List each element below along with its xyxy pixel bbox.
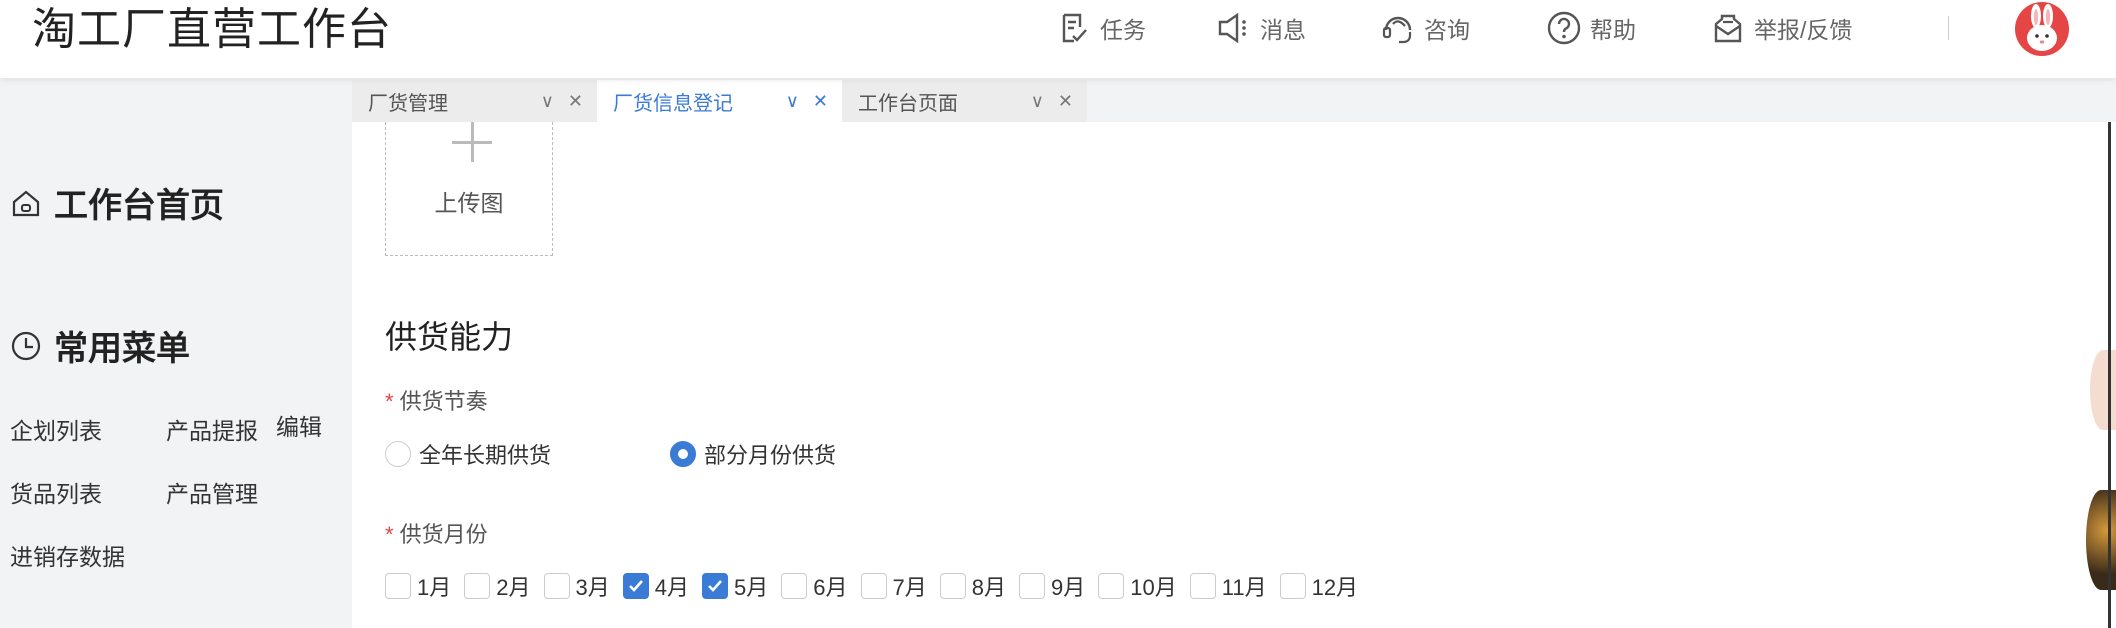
radio-circle (670, 441, 696, 467)
checkbox-box (860, 573, 887, 599)
radio-year-round[interactable]: 全年长期供货 (385, 438, 551, 470)
headset-icon (1382, 16, 1412, 44)
help-icon (1547, 11, 1581, 45)
nav-message-label: 消息 (1260, 17, 1306, 43)
checkmark-icon (708, 580, 722, 592)
month-checkbox-group: 1月 2月 3月 4月 5月 6月 7月 8月 9月 10月 11月 12月 (385, 570, 1358, 602)
chevron-down-icon[interactable]: ∨ (541, 91, 554, 112)
checkbox-box (385, 573, 411, 599)
speaker-icon (1218, 12, 1246, 44)
nav-consult-label: 咨询 (1424, 17, 1470, 43)
section-title-supply: 供货能力 (385, 319, 514, 355)
image-upload-button[interactable]: 上传图 (385, 122, 553, 256)
window-edge-divider (2108, 122, 2111, 628)
sidebar-home-label: 工作台首页 (54, 187, 224, 225)
radio-label: 全年长期供货 (419, 443, 552, 468)
sidebar-common-menu-title: 常用菜单 (10, 321, 190, 370)
checkbox-box (543, 573, 570, 599)
nav-consult[interactable]: 咨询 (1380, 8, 1470, 48)
tab-label: 工作台页面 (858, 92, 958, 115)
supply-rhythm-label: * 供货节奏 (385, 389, 488, 414)
top-header: 淘工厂直营工作台 任务 消息 咨询 帮助 举报/反馈 (0, 0, 2116, 78)
checkbox-month-4[interactable]: 4月 (622, 570, 689, 602)
nav-help[interactable]: 帮助 (1546, 8, 1636, 48)
checkbox-box (622, 573, 649, 599)
tab-label: 厂货管理 (368, 92, 448, 115)
home-icon (12, 190, 40, 216)
checkmark-icon (628, 580, 643, 592)
checkbox-month-5[interactable]: 5月 (702, 570, 768, 602)
app-title: 淘工厂直营工作台 (32, 5, 392, 54)
close-icon[interactable]: ✕ (813, 91, 828, 112)
checkbox-month-8[interactable]: 8月 (939, 570, 1006, 602)
checkbox-box (1019, 573, 1045, 599)
tab-factory-goods[interactable]: 厂货管理 ∨ ✕ (352, 80, 597, 122)
tab-workbench-page[interactable]: 工作台页面 ∨ ✕ (842, 80, 1087, 122)
plus-icon (452, 122, 492, 162)
upload-label: 上传图 (434, 190, 504, 216)
floating-mascot-image[interactable] (2090, 350, 2116, 430)
nav-message[interactable]: 消息 (1216, 8, 1306, 48)
checkbox-month-12[interactable]: 12月 (1279, 570, 1358, 602)
tab-label: 厂货信息登记 (613, 92, 733, 115)
checkbox-month-10[interactable]: 10月 (1098, 570, 1177, 602)
checkbox-month-9[interactable]: 9月 (1019, 570, 1085, 602)
nav-help-label: 帮助 (1590, 17, 1636, 43)
sidebar-item-goods-list[interactable]: 货品列表 (10, 475, 102, 509)
sidebar-common-label: 常用菜单 (54, 330, 190, 368)
sidebar-item-product-manage[interactable]: 产品管理 (166, 475, 258, 509)
checkbox-box (1098, 573, 1125, 599)
checkbox-month-3[interactable]: 3月 (543, 570, 610, 602)
required-mark: * (385, 389, 394, 414)
close-icon[interactable]: ✕ (568, 91, 583, 112)
user-avatar[interactable] (2015, 2, 2069, 56)
edit-menu-button[interactable]: 编辑 (276, 408, 322, 442)
floating-assistant-image[interactable] (2086, 490, 2116, 590)
nav-task[interactable]: 任务 (1056, 8, 1146, 48)
sidebar-item-product-submit[interactable]: 产品提报 (166, 412, 258, 446)
report-icon (1714, 14, 1742, 43)
checkbox-box (781, 573, 808, 599)
sidebar-item-inventory-data[interactable]: 进销存数据 (10, 538, 125, 572)
nav-task-label: 任务 (1100, 17, 1146, 43)
radio-circle (385, 441, 411, 467)
clock-icon (11, 331, 41, 360)
chevron-down-icon[interactable]: ∨ (1031, 91, 1044, 112)
supply-months-label: * 供货月份 (385, 522, 488, 547)
checkbox-month-11[interactable]: 11月 (1189, 570, 1267, 602)
tab-goods-register[interactable]: 厂货信息登记 ∨ ✕ (597, 80, 842, 122)
nav-report-label: 举报/反馈 (1754, 17, 1853, 43)
checkbox-box (939, 573, 966, 599)
checkbox-box (464, 573, 491, 599)
radio-partial-months[interactable]: 部分月份供货 (670, 438, 836, 470)
checkbox-month-6[interactable]: 6月 (781, 570, 848, 602)
bunny-avatar-icon (2027, 4, 2057, 51)
checkbox-box (1189, 573, 1216, 599)
checkbox-month-1[interactable]: 1月 (385, 570, 451, 602)
chevron-down-icon[interactable]: ∨ (786, 91, 799, 112)
main-content: 上传图 供货能力 * 供货节奏 全年长期供货 部分月份供货 * 供货月份 1月 2月… (352, 122, 2116, 628)
checkbox-month-7[interactable]: 7月 (860, 570, 927, 602)
task-icon (1062, 13, 1087, 43)
close-icon[interactable]: ✕ (1058, 91, 1073, 112)
checkbox-box (1279, 573, 1306, 599)
checkbox-month-2[interactable]: 2月 (464, 570, 531, 602)
sidebar-home[interactable]: 工作台首页 (10, 178, 224, 227)
required-mark: * (385, 522, 394, 547)
sidebar: 工作台首页 常用菜单 编辑 企划列表 产品提报 货品列表 产品管理 进销存数据 (0, 78, 352, 628)
checkbox-box (702, 573, 728, 599)
nav-report[interactable]: 举报/反馈 (1710, 8, 1852, 48)
tab-bar: 厂货管理 ∨ ✕ 厂货信息登记 ∨ ✕ 工作台页面 ∨ ✕ (352, 80, 1087, 122)
header-divider (1948, 16, 1949, 40)
radio-label: 部分月份供货 (704, 443, 837, 468)
sidebar-item-plan-list[interactable]: 企划列表 (10, 412, 102, 446)
